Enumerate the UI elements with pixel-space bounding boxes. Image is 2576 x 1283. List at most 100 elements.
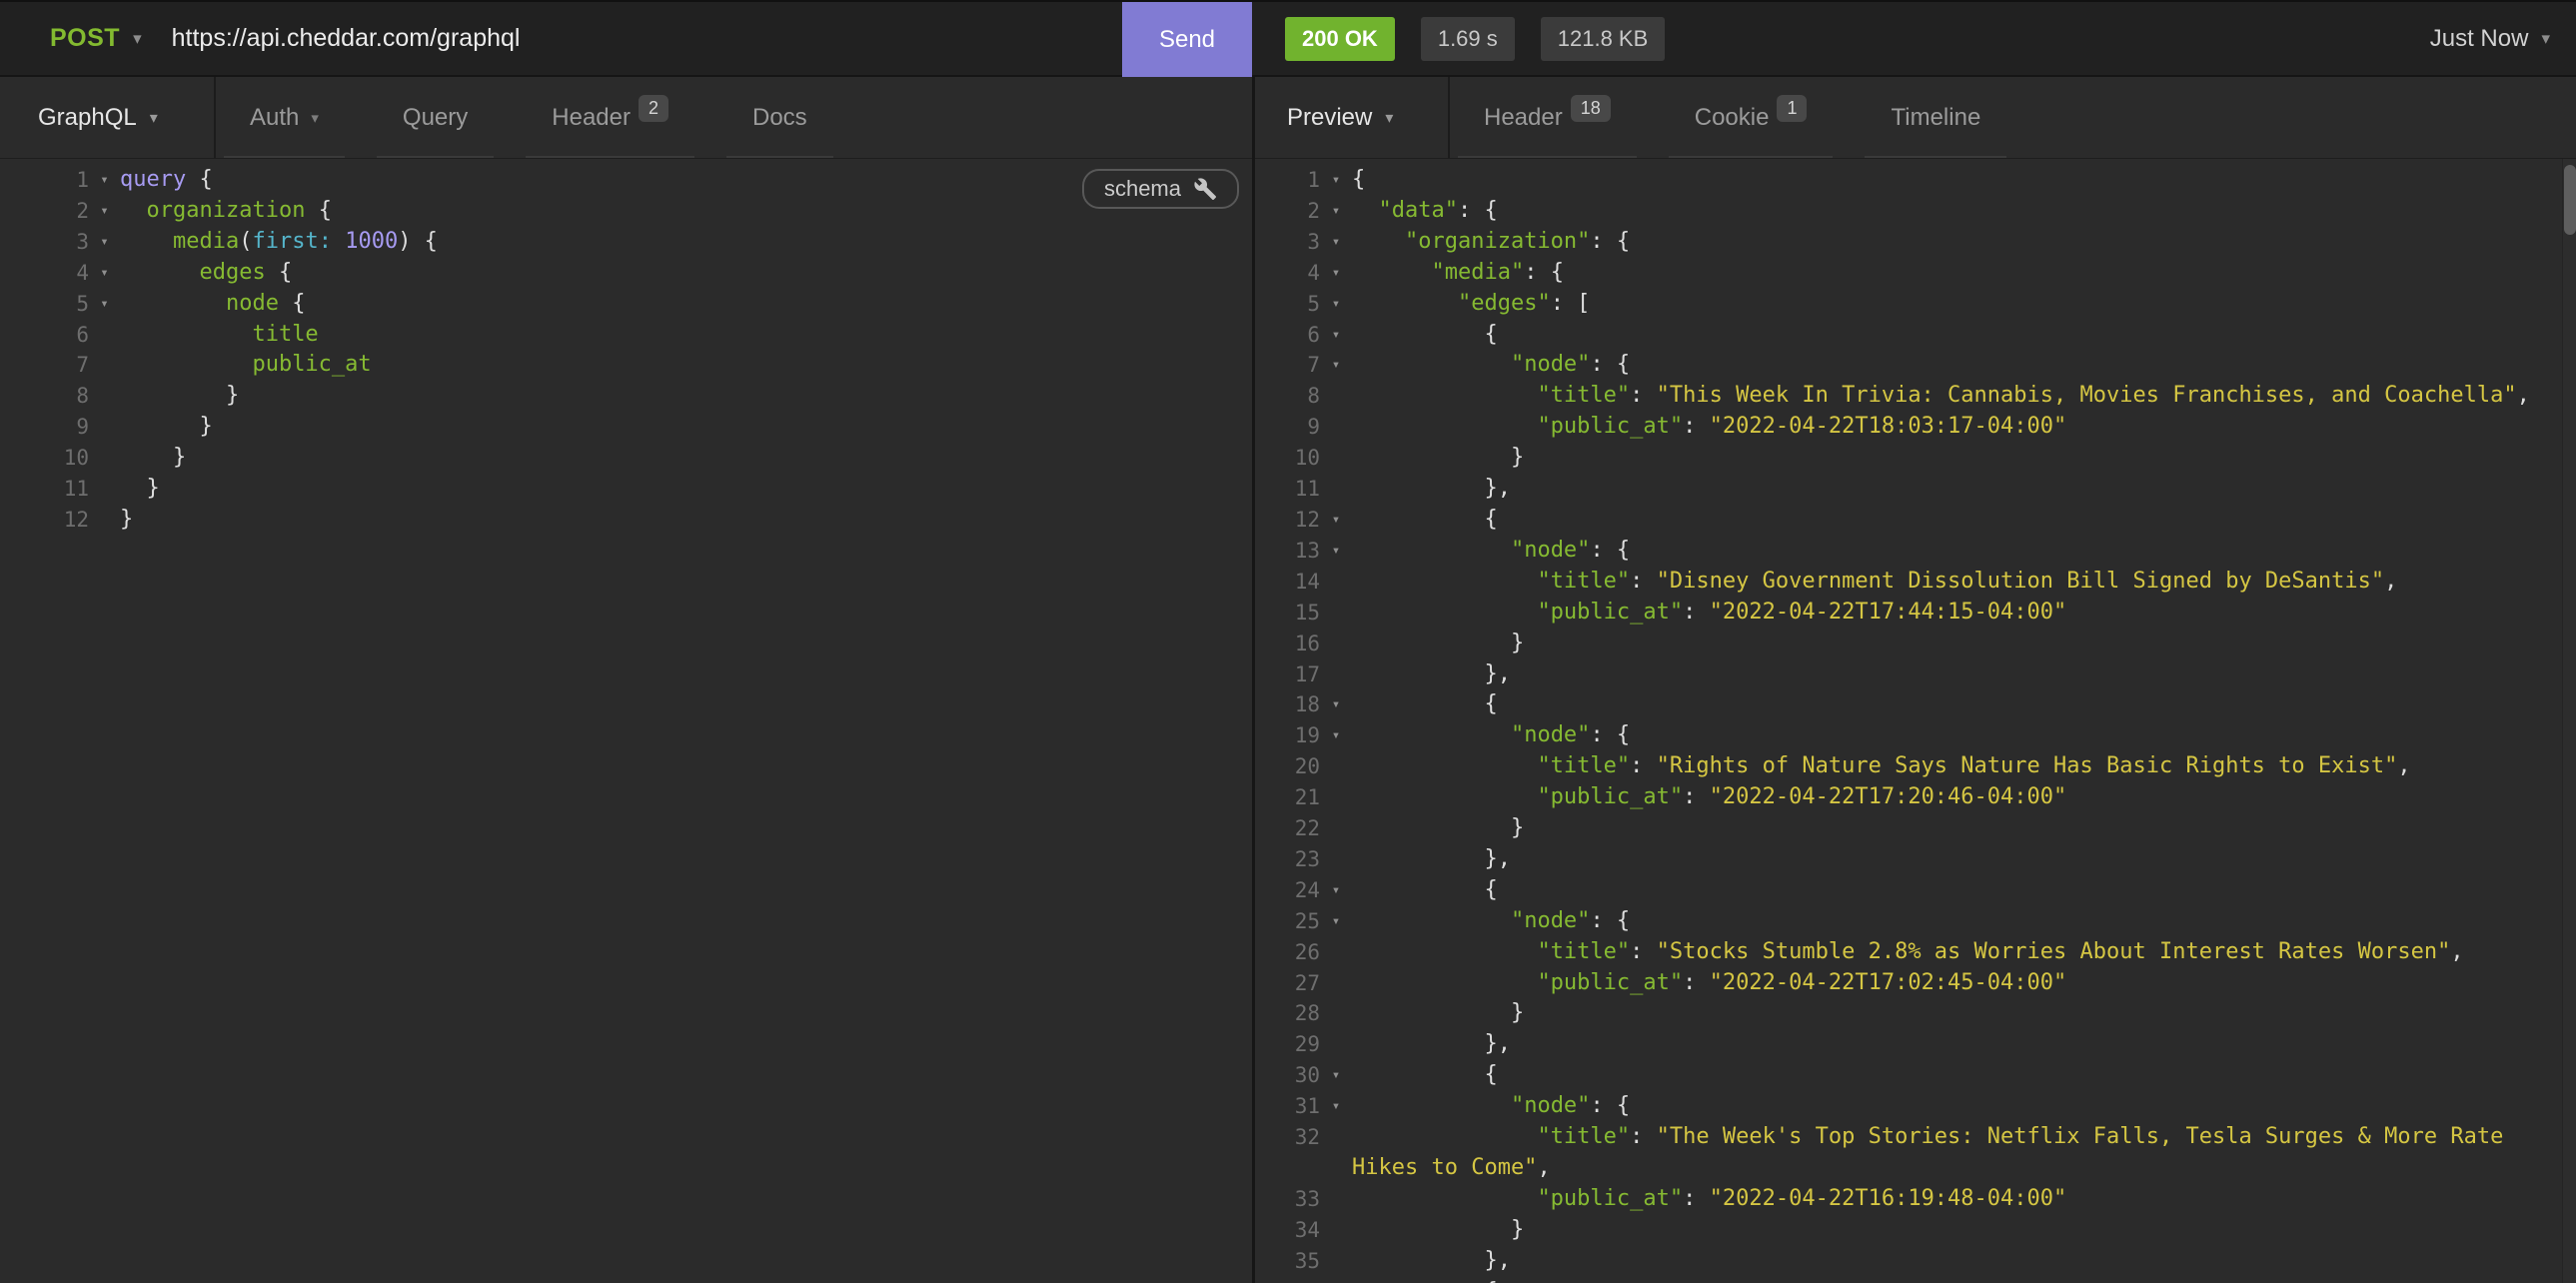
line-number: 14 <box>1255 567 1320 598</box>
code-line: 31▾ "node": { <box>1255 1091 2576 1122</box>
fold-toggle-icon[interactable]: ▾ <box>1320 505 1352 536</box>
fold-toggle-icon[interactable]: ▾ <box>1320 258 1352 289</box>
fold-toggle-icon[interactable]: ▾ <box>1320 875 1352 906</box>
code-line: 17 }, <box>1255 659 2576 690</box>
code-line: 2▾ organization { <box>0 196 1252 227</box>
line-number: 13 <box>1255 536 1320 567</box>
tab-header[interactable]: Header18 <box>1458 77 1637 158</box>
code-line: 10 } <box>0 443 1252 474</box>
fold-toggle-icon[interactable]: ▾ <box>1320 227 1352 258</box>
line-number: 19 <box>1255 720 1320 751</box>
response-tabs: Header18 Cookie 1 Timeline <box>1450 77 2030 158</box>
code-text: "data": { <box>1352 196 2562 227</box>
code-line: 1▾{ <box>1255 165 2576 196</box>
code-text: }, <box>1352 474 2562 505</box>
code-text: } <box>120 443 1252 474</box>
fold-toggle-icon[interactable]: ▾ <box>1320 350 1352 381</box>
code-text: "title": "The Week's Top Stories: Netfli… <box>1352 1122 2562 1184</box>
line-number: 10 <box>1255 443 1320 474</box>
code-text: "public_at": "2022-04-22T17:20:46-04:00" <box>1352 782 2562 813</box>
fold-toggle-icon[interactable]: ▾ <box>89 227 120 258</box>
fold-toggle-icon[interactable]: ▾ <box>1320 1277 1352 1283</box>
code-line: 25▾ "node": { <box>1255 906 2576 937</box>
code-line: 19▾ "node": { <box>1255 720 2576 751</box>
code-text: "node": { <box>1352 720 2562 751</box>
fold-toggle-icon[interactable]: ▾ <box>1320 1060 1352 1091</box>
response-body-viewer[interactable]: 1▾{2▾ "data": {3▾ "organization": {4▾ "m… <box>1255 159 2576 1283</box>
schema-button[interactable]: schema <box>1082 169 1239 209</box>
code-line: 3▾ media(first: 1000) { <box>0 227 1252 258</box>
tab-cookie[interactable]: Cookie 1 <box>1669 77 1834 158</box>
tab-count-badge: 1 <box>1777 95 1807 122</box>
status-badge: 200 OK <box>1285 17 1395 61</box>
tab-docs[interactable]: Docs <box>726 77 833 158</box>
tab-label: Header <box>552 104 631 132</box>
code-text: "node": { <box>1352 1091 2562 1122</box>
fold-toggle-icon[interactable]: ▾ <box>1320 289 1352 320</box>
code-text: "title": "Rights of Nature Says Nature H… <box>1352 751 2562 782</box>
line-number: 15 <box>1255 598 1320 629</box>
fold-toggle-icon[interactable]: ▾ <box>1320 720 1352 751</box>
line-number: 31 <box>1255 1091 1320 1122</box>
code-line: 11 }, <box>1255 474 2576 505</box>
chevron-down-icon: ▾ <box>1385 108 1393 128</box>
line-number: 4 <box>1255 258 1320 289</box>
tab-query[interactable]: Query <box>377 77 494 158</box>
code-text: "node": { <box>1352 536 2562 567</box>
code-line: 11 } <box>0 474 1252 505</box>
line-number: 12 <box>1255 505 1320 536</box>
fold-toggle-icon[interactable]: ▾ <box>89 196 120 227</box>
code-line: 32 "title": "The Week's Top Stories: Net… <box>1255 1122 2576 1184</box>
code-text: { <box>1352 875 2562 906</box>
code-line: 22 } <box>1255 813 2576 844</box>
tab-label: Header <box>1484 104 1563 132</box>
line-number: 10 <box>0 443 89 474</box>
fold-toggle-icon[interactable]: ▾ <box>1320 689 1352 720</box>
history-label: Just Now <box>2430 25 2529 53</box>
code-text: { <box>1352 505 2562 536</box>
line-number: 27 <box>1255 968 1320 999</box>
line-number: 30 <box>1255 1060 1320 1091</box>
preview-mode-dropdown[interactable]: Preview ▾ <box>1255 77 1450 158</box>
fold-toggle-icon[interactable]: ▾ <box>1320 165 1352 196</box>
code-text: edges { <box>120 258 1252 289</box>
url-input[interactable]: https://api.cheddar.com/graphql <box>172 24 521 53</box>
tab-auth[interactable]: Auth▾ <box>224 77 345 158</box>
line-number: 8 <box>1255 381 1320 412</box>
response-pane: Preview ▾ Header18 Cookie 1 Timeline 1▾{2▾ … <box>1255 77 2576 1283</box>
body-type-label: GraphQL <box>38 104 137 132</box>
history-dropdown[interactable]: Just Now ▾ <box>2430 25 2550 53</box>
code-text: "public_at": "2022-04-22T17:44:15-04:00" <box>1352 598 2562 629</box>
code-line: 9 "public_at": "2022-04-22T18:03:17-04:0… <box>1255 412 2576 443</box>
fold-toggle-icon[interactable]: ▾ <box>1320 320 1352 351</box>
code-text: "edges": [ <box>1352 289 2562 320</box>
code-line: 13▾ "node": { <box>1255 536 2576 567</box>
fold-toggle-icon[interactable]: ▾ <box>1320 196 1352 227</box>
fold-toggle-icon[interactable]: ▾ <box>1320 906 1352 937</box>
method-dropdown[interactable]: POST ▾ <box>0 24 142 53</box>
body-type-dropdown[interactable]: GraphQL ▾ <box>0 77 216 158</box>
tab-label: Cookie <box>1695 104 1770 132</box>
fold-toggle-icon[interactable]: ▾ <box>1320 1091 1352 1122</box>
scrollbar-track[interactable] <box>2562 159 2576 1283</box>
request-query-editor[interactable]: 1▾query {2▾ organization {3▾ media(first… <box>0 159 1252 1283</box>
line-number: 17 <box>1255 659 1320 690</box>
response-json-code: 1▾{2▾ "data": {3▾ "organization": {4▾ "m… <box>1255 159 2576 1283</box>
tab-header[interactable]: Header2 <box>526 77 694 158</box>
fold-toggle-icon[interactable]: ▾ <box>89 258 120 289</box>
tab-timeline[interactable]: Timeline <box>1865 77 2006 158</box>
code-text: } <box>1352 998 2562 1029</box>
scrollbar-thumb[interactable] <box>2564 165 2576 235</box>
code-line: 16 } <box>1255 629 2576 659</box>
fold-toggle-icon[interactable]: ▾ <box>89 289 120 320</box>
fold-toggle-icon[interactable]: ▾ <box>89 165 120 196</box>
send-button[interactable]: Send <box>1122 2 1252 77</box>
line-number: 21 <box>1255 782 1320 813</box>
line-number: 23 <box>1255 844 1320 875</box>
code-text: } <box>1352 443 2562 474</box>
schema-button-label: schema <box>1104 176 1181 202</box>
code-line: 10 } <box>1255 443 2576 474</box>
line-number: 6 <box>0 320 89 351</box>
line-number: 11 <box>1255 474 1320 505</box>
fold-toggle-icon[interactable]: ▾ <box>1320 536 1352 567</box>
